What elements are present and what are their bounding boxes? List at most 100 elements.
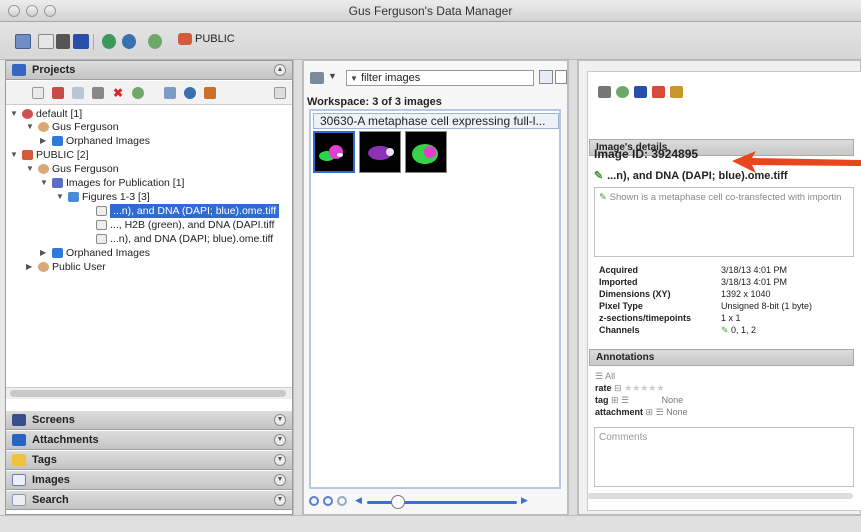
- tree-item[interactable]: ...n), and DNA (DAPI; blue).ome.tiff: [6, 232, 292, 246]
- viewer-icon[interactable]: [56, 34, 70, 49]
- dropdown-arrow-icon[interactable]: ▼: [328, 71, 337, 81]
- edit-pencil-icon[interactable]: ✎: [594, 169, 604, 182]
- slider-left-arrow-icon[interactable]: ◀: [355, 495, 362, 506]
- tree-item[interactable]: ▼ PUBLIC [2]: [6, 148, 292, 162]
- description-text: Shown is a metaphase cell co-transfected…: [609, 192, 842, 203]
- expanded-triangle-icon[interactable]: ▼: [56, 190, 64, 204]
- zoom-out-icon[interactable]: [309, 496, 319, 506]
- tree-item[interactable]: ▶ Orphaned Images: [6, 246, 292, 260]
- hierarchy-view-icon[interactable]: [15, 34, 31, 49]
- refresh-icon[interactable]: [616, 86, 629, 98]
- tree-item[interactable]: ▼ Figures 1-3 [3]: [6, 190, 292, 204]
- projects-title: Projects: [32, 64, 76, 76]
- details-vertical-scrollbar[interactable]: [587, 493, 853, 499]
- screens-header[interactable]: Screens ▼: [6, 411, 292, 430]
- tree-item[interactable]: ▼ default [1]: [6, 107, 292, 120]
- left-splitter[interactable]: [293, 60, 303, 515]
- right-splitter[interactable]: [568, 60, 578, 515]
- collapsed-triangle-icon[interactable]: ▶: [26, 260, 32, 274]
- meta-row: z-sections/timepoints 1 x 1: [599, 313, 741, 323]
- image-thumbnail[interactable]: [359, 131, 401, 173]
- zoom-slider-thumb[interactable]: [391, 495, 405, 509]
- tree-item[interactable]: ▼ Gus Ferguson: [6, 120, 292, 134]
- edit-pencil-icon[interactable]: ✎: [599, 192, 607, 203]
- import-icon[interactable]: [204, 87, 216, 99]
- filter-options-icon[interactable]: [310, 72, 324, 84]
- history-icon[interactable]: [184, 87, 196, 99]
- add-tag-icon[interactable]: ⊞ ☰: [611, 395, 629, 405]
- attachments-title: Attachments: [32, 434, 99, 446]
- zoom-fit-icon[interactable]: [337, 496, 347, 506]
- tree-horizontal-scrollbar[interactable]: [6, 387, 292, 399]
- rating-stars[interactable]: ★★★★★: [624, 383, 664, 393]
- meta-key: Dimensions (XY): [599, 289, 671, 299]
- users-icon[interactable]: [102, 34, 116, 49]
- tree-item[interactable]: ▼ Images for Publication [1]: [6, 176, 292, 190]
- zoom-slider-track[interactable]: [367, 501, 517, 504]
- copy-icon[interactable]: [72, 87, 84, 99]
- description-field[interactable]: ✎ Shown is a metaphase cell co-transfect…: [594, 187, 854, 257]
- meta-value: 1 x 1: [721, 313, 741, 323]
- attachments-header[interactable]: Attachments ▼: [6, 431, 292, 450]
- collapse-all-icon[interactable]: [274, 87, 286, 99]
- expand-icon[interactable]: ▼: [274, 454, 286, 466]
- tree-item[interactable]: ▼ Gus Ferguson: [6, 162, 292, 176]
- create-icon[interactable]: [32, 87, 44, 99]
- zoom-in-icon[interactable]: [323, 496, 333, 506]
- analysis-icon[interactable]: [670, 86, 683, 98]
- list-view-icon[interactable]: [555, 70, 567, 84]
- open-viewer-icon[interactable]: [634, 86, 647, 98]
- image-icon: [96, 220, 107, 230]
- tree-item-selected[interactable]: ...n), and DNA (DAPI; blue).ome.tiff: [6, 204, 292, 218]
- tags-header[interactable]: Tags ▼: [6, 451, 292, 470]
- projects-header[interactable]: Projects ▲: [6, 61, 292, 80]
- images-icon: [12, 474, 26, 486]
- collapsed-triangle-icon[interactable]: ▶: [40, 246, 46, 260]
- expanded-triangle-icon[interactable]: ▼: [26, 120, 34, 134]
- expanded-triangle-icon[interactable]: ▼: [40, 176, 48, 190]
- group-selector[interactable]: PUBLIC: [178, 33, 235, 45]
- edit-pencil-icon[interactable]: ✎: [721, 325, 731, 335]
- filter-menu-icon[interactable]: ▼: [350, 74, 358, 83]
- image-thumbnail-selected[interactable]: [313, 131, 355, 173]
- comments-field[interactable]: Comments: [594, 427, 854, 487]
- meta-value: 3/18/13 4:01 PM: [721, 277, 788, 287]
- projection-icon[interactable]: [73, 34, 89, 49]
- metadata-view-icon[interactable]: [38, 34, 54, 49]
- project-folder-icon: [52, 178, 63, 188]
- expanded-triangle-icon[interactable]: ▼: [26, 162, 34, 176]
- screens-icon: [12, 414, 26, 426]
- expand-icon[interactable]: ▼: [274, 474, 286, 486]
- filter-images-input[interactable]: ▼ filter images: [346, 70, 534, 86]
- tree-item[interactable]: ▶ Public User: [6, 260, 292, 274]
- delete-icon[interactable]: ✖: [112, 87, 124, 99]
- attachment-value: None: [666, 407, 688, 417]
- sort-icon[interactable]: [164, 87, 176, 99]
- refresh-icon[interactable]: [132, 87, 144, 99]
- download-icon[interactable]: [598, 86, 611, 98]
- clear-rating-icon[interactable]: ⊟: [614, 383, 624, 393]
- search-header[interactable]: Search ▼: [6, 491, 292, 510]
- expand-icon[interactable]: ▼: [274, 434, 286, 446]
- expand-icon[interactable]: ▼: [274, 494, 286, 506]
- expanded-triangle-icon[interactable]: ▼: [10, 148, 18, 162]
- collapse-icon[interactable]: ▲: [274, 64, 286, 76]
- annotations-filter[interactable]: ☰ All: [595, 371, 615, 382]
- group-icon[interactable]: [122, 34, 136, 49]
- publish-icon[interactable]: [652, 86, 665, 98]
- refresh-icon[interactable]: [148, 34, 162, 49]
- expanded-triangle-icon[interactable]: ▼: [10, 107, 18, 121]
- paste-icon[interactable]: [92, 87, 104, 99]
- tree-item-label: Orphaned Images: [66, 135, 151, 147]
- thumbnail-view-icon[interactable]: [539, 70, 553, 84]
- expand-icon[interactable]: ▼: [274, 414, 286, 426]
- collapsed-triangle-icon[interactable]: ▶: [40, 134, 46, 148]
- image-thumbnail[interactable]: [405, 131, 447, 173]
- cut-icon[interactable]: [52, 87, 64, 99]
- images-header[interactable]: Images ▼: [6, 471, 292, 490]
- slider-right-arrow-icon[interactable]: ▶: [521, 495, 528, 506]
- tree-item-label: Public User: [52, 261, 106, 273]
- tree-item[interactable]: ▶ Orphaned Images: [6, 134, 292, 148]
- tree-item[interactable]: ..., H2B (green), and DNA (DAPI.tiff: [6, 218, 292, 232]
- add-attachment-icon[interactable]: ⊞ ☰: [646, 407, 664, 417]
